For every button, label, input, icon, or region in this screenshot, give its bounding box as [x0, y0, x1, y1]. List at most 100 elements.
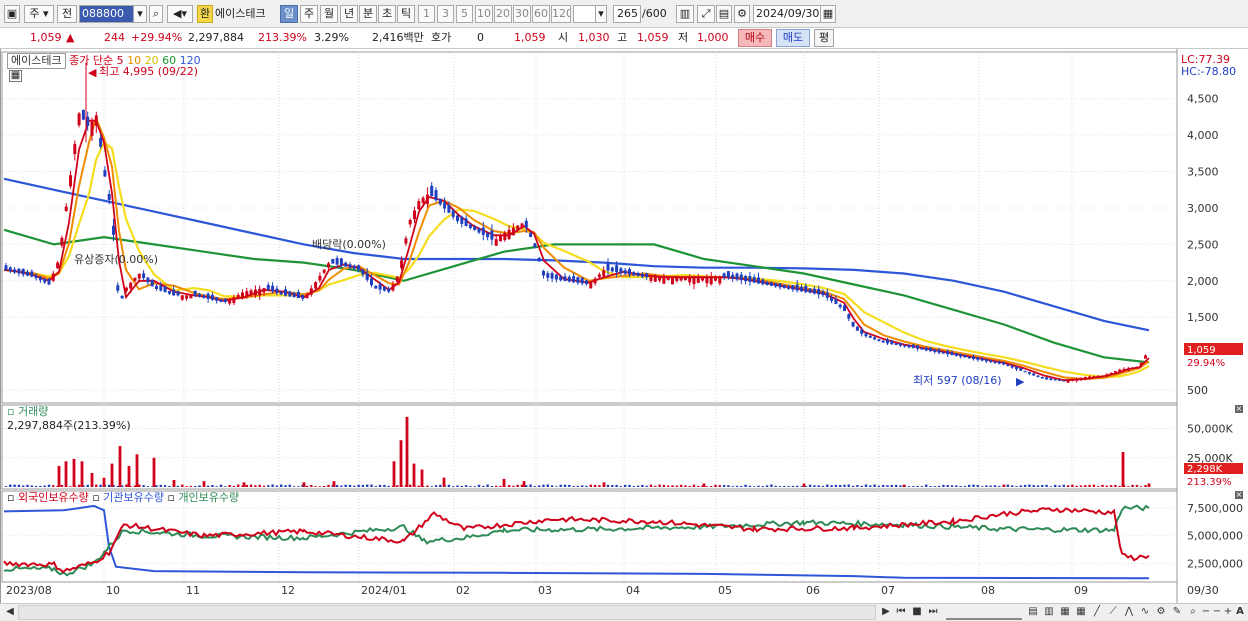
price-change-pct: +29.94%: [131, 31, 183, 44]
edit-tool-icon[interactable]: ✎: [1170, 605, 1184, 620]
search-icon[interactable]: ⌕: [149, 5, 163, 23]
candle-body: [335, 258, 339, 265]
period-month-button[interactable]: 월: [320, 5, 338, 23]
speaker-icon[interactable]: ◀▾: [167, 5, 193, 23]
candle-body: [56, 262, 60, 269]
fast-forward-icon[interactable]: ⏭: [926, 605, 940, 620]
scroll-right-icon[interactable]: ▶: [880, 605, 892, 620]
volume-bar: [302, 482, 306, 487]
stop-icon[interactable]: ■: [910, 605, 924, 620]
volume-value: 2,297,884: [188, 31, 244, 44]
table-tool-icon[interactable]: ▦: [1058, 605, 1072, 620]
period-second-button[interactable]: 초: [378, 5, 396, 23]
foreign-holding-line: [3, 507, 1150, 574]
ma-legend-title: 종가 단순: [69, 54, 114, 67]
candle-body: [1070, 379, 1074, 382]
calendar-icon[interactable]: ▦: [820, 5, 836, 23]
price-tick-label: 4,000: [1187, 129, 1219, 142]
grid-tool-icon[interactable]: ▦: [1074, 605, 1088, 620]
candle-body: [198, 293, 201, 297]
zoom-bar-icon[interactable]: −: [1212, 605, 1222, 620]
price-legend: 에이스테크 종가 단순 5 10 20 60 120: [7, 53, 201, 69]
volume-bar: [585, 485, 588, 487]
interval-5-button[interactable]: 5: [456, 5, 473, 23]
line-tool-icon[interactable]: ╱: [1090, 605, 1104, 620]
grid-icon[interactable]: ▦: [9, 70, 22, 82]
interval-120-button[interactable]: 120: [551, 5, 571, 23]
volume-legend: ▫ 거래량: [7, 405, 49, 418]
pyeong-button[interactable]: 평: [814, 29, 834, 47]
interval-20-button[interactable]: 20: [494, 5, 512, 23]
count-input[interactable]: 265: [613, 5, 641, 23]
volume-bar: [374, 486, 377, 487]
volume-bar: [902, 484, 906, 487]
volume-bar: [611, 485, 614, 487]
interval-1-button[interactable]: 1: [418, 5, 435, 23]
save-icon[interactable]: ▤: [716, 5, 732, 23]
candle-body: [726, 271, 730, 278]
zoom-out-icon[interactable]: −: [1200, 605, 1212, 620]
volume-bar: [778, 486, 782, 487]
volume-bar: [705, 486, 709, 487]
volume-bar: [869, 485, 872, 487]
prev-button[interactable]: 전: [57, 5, 77, 23]
interval-30-button[interactable]: 30: [513, 5, 531, 23]
bar-tool-icon[interactable]: ▥: [1042, 605, 1056, 620]
candle-type-icon[interactable]: ▥: [676, 5, 694, 23]
volume-bar: [1079, 485, 1083, 487]
volume-bar: [753, 486, 756, 487]
trade-amount: 2,416백만: [372, 31, 424, 44]
interval-10-button[interactable]: 10: [475, 5, 493, 23]
fibo-tool-icon[interactable]: ⋀: [1122, 605, 1136, 620]
zoom-slider[interactable]: [946, 605, 1022, 620]
volume-bar: [185, 486, 188, 487]
candle-body: [847, 314, 851, 319]
volume-bar: [985, 485, 988, 487]
zoom-in-icon[interactable]: +: [1222, 605, 1234, 620]
sell-button[interactable]: 매도: [776, 29, 810, 47]
volume-panel-close-icon[interactable]: ×: [1235, 405, 1243, 413]
candle-body: [481, 227, 485, 235]
period-minute-button[interactable]: 분: [359, 5, 377, 23]
volume-bar: [232, 485, 236, 487]
candle-body: [1023, 371, 1027, 373]
draw-tool-icon[interactable]: ⤢: [697, 5, 715, 23]
period-day-button[interactable]: 일: [280, 5, 298, 23]
interval-dropdown-icon[interactable]: ▾: [595, 5, 607, 23]
wave-tool-icon[interactable]: ∿: [1138, 605, 1152, 620]
zoom-icon[interactable]: ⌕: [1186, 605, 1200, 620]
rewind-icon[interactable]: ⏮: [894, 605, 908, 620]
stock-code-input[interactable]: 088800: [79, 5, 137, 23]
chevron-down-icon[interactable]: ▾: [133, 5, 147, 23]
chart-tool-icon[interactable]: ▤: [1026, 605, 1040, 620]
window-menu-icon[interactable]: ▣: [4, 5, 20, 23]
auto-scale-icon[interactable]: A: [1234, 605, 1246, 620]
candle-body: [249, 290, 253, 295]
candle-body: [640, 274, 644, 277]
volume-bar: [963, 485, 967, 487]
volume-bar: [1131, 484, 1134, 487]
trend-tool-icon[interactable]: ⟋: [1106, 605, 1120, 620]
interval-60-button[interactable]: 60: [532, 5, 550, 23]
candle-body: [215, 297, 219, 301]
settings-tool-icon[interactable]: ⚙: [1154, 605, 1168, 620]
hwan-button[interactable]: 환: [197, 5, 213, 23]
gear-icon[interactable]: ⚙: [734, 5, 750, 23]
period-year-button[interactable]: 년: [340, 5, 358, 23]
date-input[interactable]: 2024/09/30: [753, 5, 821, 23]
period-week-button[interactable]: 주: [300, 5, 318, 23]
buy-button[interactable]: 매수: [738, 29, 772, 47]
period-tick-button[interactable]: 틱: [397, 5, 415, 23]
volume-bar: [47, 484, 51, 487]
holding-panel-close-icon[interactable]: ×: [1235, 491, 1243, 499]
candle-body: [529, 233, 533, 237]
candle-body: [69, 175, 72, 187]
market-select[interactable]: 주 ▾: [24, 5, 54, 23]
ma10-legend: 10: [127, 54, 142, 67]
stock-name-box[interactable]: 에이스테크: [7, 53, 66, 69]
horizontal-scrollbar[interactable]: [18, 605, 876, 620]
interval-3-button[interactable]: 3: [437, 5, 454, 23]
scroll-left-icon[interactable]: ◀: [4, 605, 16, 620]
volume-bar: [176, 485, 180, 487]
volume-bar: [856, 485, 859, 487]
